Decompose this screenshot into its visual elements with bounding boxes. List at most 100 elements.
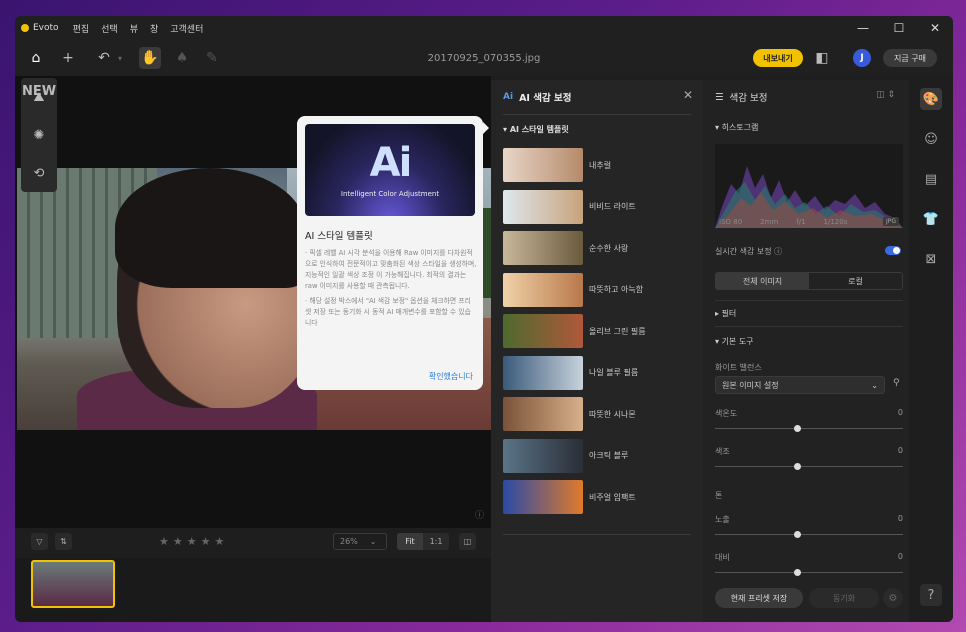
maximize-button[interactable]: ☐ xyxy=(881,16,917,40)
seg-all[interactable]: 전체 이미지 xyxy=(716,273,809,289)
exposure-knob[interactable] xyxy=(794,531,801,538)
one-to-one-button[interactable]: 1:1 xyxy=(423,533,449,550)
split-view-icon[interactable]: ◫ xyxy=(459,533,476,550)
panel-title-text: 색감 보정 xyxy=(729,93,768,104)
compare-icon[interactable]: ◧ xyxy=(813,49,831,67)
template-thumbnail xyxy=(503,355,583,390)
exposure-label: 노출 xyxy=(715,515,730,524)
star-icon[interactable]: ★ xyxy=(215,535,225,548)
template-item[interactable]: 비비드 라이트 xyxy=(503,189,693,224)
fit-button[interactable]: Fit xyxy=(397,533,423,550)
exposure-slider[interactable] xyxy=(715,534,903,535)
avatar[interactable]: J xyxy=(853,49,871,67)
buy-now-button[interactable]: 지금 구매 xyxy=(883,49,937,67)
exif-info: ISO 80 2mm f/1 1/120s xyxy=(719,218,847,226)
toolbar: ⌂ + ↶ ▾ ✋ ♠ ✎ 20170925_070355.jpg 내보내기 ◧… xyxy=(15,40,953,76)
menu-view[interactable]: 뷰 xyxy=(130,22,138,35)
minimize-button[interactable]: — xyxy=(845,16,881,40)
eyedropper-icon[interactable]: ⚲ xyxy=(893,378,900,388)
bottom-bar: ▽ ⇅ ★ ★ ★ ★ ★ 26% ⌄ Fit 1:1 ◫ xyxy=(15,528,491,558)
menu-edit[interactable]: 편집 xyxy=(73,22,90,35)
template-item[interactable]: 나일 블루 필름 xyxy=(503,355,693,390)
gear-icon[interactable]: ⚙ xyxy=(883,588,903,608)
menu-support[interactable]: 고객센터 xyxy=(170,22,203,35)
popup-banner: Ai Intelligent Color Adjustment xyxy=(305,124,475,216)
template-thumbnail xyxy=(503,314,583,348)
template-label: 내추럴 xyxy=(589,160,612,170)
app-logo: Evoto xyxy=(21,23,59,33)
app-window: Evoto 편집 선택 뷰 창 고객센터 — ☐ ✕ ⌂ + ↶ ▾ ✋ ♠ ✎… xyxy=(15,16,953,622)
template-label: 따뜻하고 아늑함 xyxy=(589,285,644,294)
template-item[interactable]: 따뜻하고 아늑함 xyxy=(503,272,693,307)
template-item[interactable]: 아크틱 블루 xyxy=(503,438,693,473)
template-label: 따뜻한 시나몬 xyxy=(589,409,636,419)
menu-window[interactable]: 창 xyxy=(150,22,158,35)
ai-color-panel: Ai AI 색감 보정 ✕ ▾ AI 스타일 템플릿 내추럴비비드 라이트순수한… xyxy=(491,80,703,622)
star-icon[interactable]: ★ xyxy=(173,535,183,548)
sun-icon[interactable]: ✺ xyxy=(30,126,48,144)
wb-select[interactable]: 원본 이미지 설정 ⌄ xyxy=(715,376,885,394)
histogram-label: 히스토그램 xyxy=(721,123,759,132)
exif-shutter: 1/120s xyxy=(823,218,848,226)
save-preset-button[interactable]: 현재 프리셋 저장 xyxy=(715,588,803,608)
contrast-knob[interactable] xyxy=(794,569,801,576)
temp-value: 0 xyxy=(897,408,903,417)
main-menu: 편집 선택 뷰 창 고객센터 xyxy=(73,22,204,35)
banner-caption: Intelligent Color Adjustment xyxy=(340,190,440,198)
ai-template-popup: Ai Intelligent Color Adjustment AI 스타일 템… xyxy=(297,116,489,390)
contrast-slider[interactable] xyxy=(715,572,903,573)
ai-panel-header: Ai AI 색감 보정 xyxy=(503,90,572,104)
export-button[interactable]: 내보내기 xyxy=(753,49,803,67)
filter-section[interactable]: ▸ 필터 xyxy=(715,308,736,319)
info-icon[interactable]: ⓘ xyxy=(475,508,484,521)
popup-title: AI 스타일 템플릿 xyxy=(305,231,373,242)
color-adjust-panel: ☰ 색감 보정 ◫ ⇕ ▾ 히스토그램 ISO 80 2mm f/1 1/120… xyxy=(703,80,909,622)
tint-label: 색조 xyxy=(715,447,730,456)
crop-icon[interactable]: ⊠ xyxy=(920,248,942,270)
close-button[interactable]: ✕ xyxy=(917,16,953,40)
popup-body-1: · 픽셀 레벨 AI 시각 분석을 이용해 Raw 이미지를 다차원적으로 인식… xyxy=(305,249,477,290)
realtime-toggle[interactable] xyxy=(885,246,901,255)
template-label: 비주얼 임팩트 xyxy=(589,492,636,502)
template-item[interactable]: 올리브 그린 필름 xyxy=(503,314,693,348)
right-tool-strip: 🎨 ☺ ▤ 👕 ⊠ ? xyxy=(909,80,953,622)
tint-slider[interactable] xyxy=(715,466,903,467)
filter-icon[interactable]: ▽ xyxy=(31,533,48,550)
template-item[interactable]: 따뜻한 시나몬 xyxy=(503,397,693,431)
menu-select[interactable]: 선택 xyxy=(101,22,118,35)
template-thumbnail xyxy=(503,480,583,514)
face-icon[interactable]: ☺ xyxy=(920,128,942,150)
template-item[interactable]: 내추럴 xyxy=(503,148,693,182)
sync-button[interactable]: 동기화 xyxy=(809,588,879,608)
ai-mountain-icon[interactable]: ⛰ xyxy=(30,88,48,106)
histogram-section[interactable]: ▾ 히스토그램 xyxy=(715,122,758,133)
star-rating[interactable]: ★ ★ ★ ★ ★ xyxy=(159,535,224,548)
seg-local[interactable]: 로컬 xyxy=(809,273,902,289)
background-icon[interactable]: ▤ xyxy=(920,168,942,190)
confirm-link[interactable]: 확인했습니다 xyxy=(429,371,473,382)
close-icon[interactable]: ✕ xyxy=(683,88,693,102)
contrast-value: 0 xyxy=(897,552,903,561)
thumbnail[interactable] xyxy=(31,560,115,608)
clothing-icon[interactable]: 👕 xyxy=(920,208,942,230)
tint-value: 0 xyxy=(897,446,903,455)
temp-slider[interactable] xyxy=(715,428,903,429)
template-section[interactable]: ▾ AI 스타일 템플릿 xyxy=(503,124,569,135)
star-icon[interactable]: ★ xyxy=(159,535,169,548)
temp-knob[interactable] xyxy=(794,425,801,432)
star-icon[interactable]: ★ xyxy=(187,535,197,548)
ai-panel-title: AI 색감 보정 xyxy=(519,93,572,104)
star-icon[interactable]: ★ xyxy=(201,535,211,548)
help-button[interactable]: ? xyxy=(920,584,942,606)
layout-icon[interactable]: ◫ ⇕ xyxy=(876,90,895,100)
zoom-select[interactable]: 26% ⌄ xyxy=(333,533,387,550)
tint-knob[interactable] xyxy=(794,463,801,470)
palette-icon[interactable]: 🎨 xyxy=(920,88,942,110)
contrast-label: 대비 xyxy=(715,553,730,562)
exif-focal: 2mm xyxy=(760,218,779,226)
template-item[interactable]: 순수한 사랑 xyxy=(503,231,693,265)
sort-icon[interactable]: ⇅ xyxy=(55,533,72,550)
template-item[interactable]: 비주얼 임팩트 xyxy=(503,480,693,514)
basic-section[interactable]: ▾ 기본 도구 xyxy=(715,336,754,347)
history-icon[interactable]: ⟲ xyxy=(30,164,48,182)
